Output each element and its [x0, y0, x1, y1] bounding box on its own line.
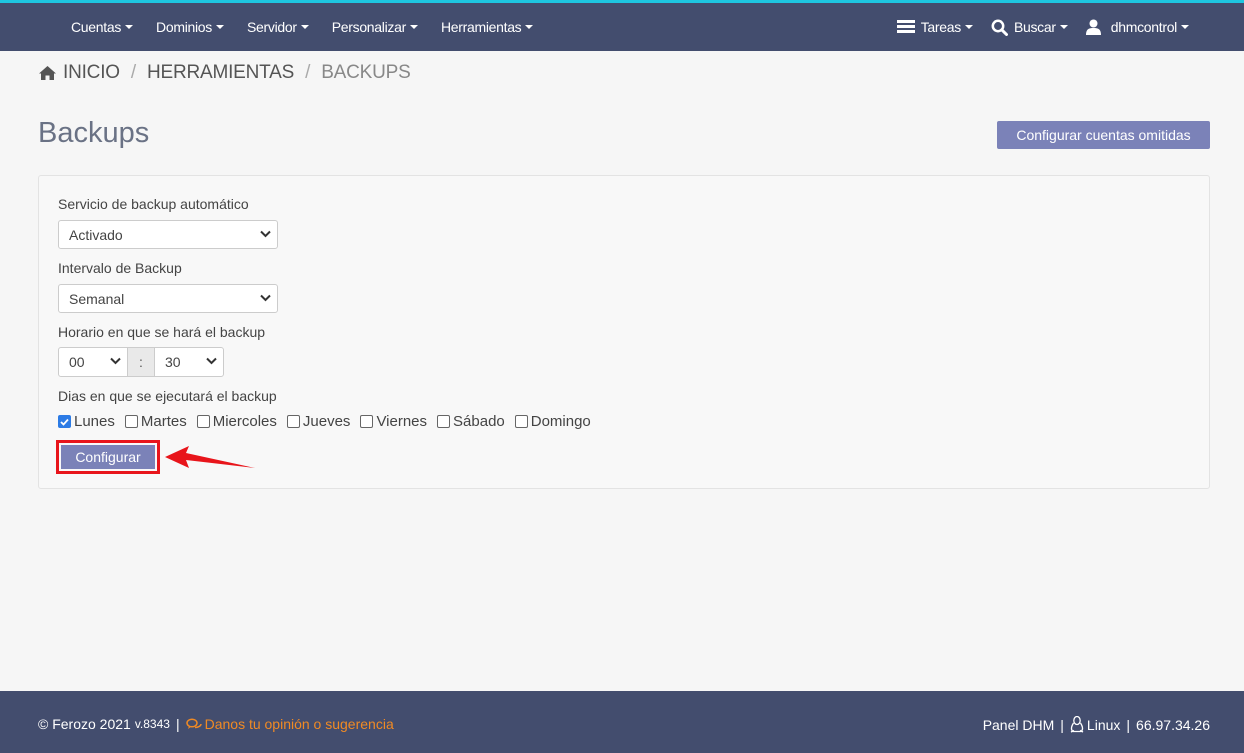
- minute-select[interactable]: 30: [154, 347, 224, 377]
- menu-label: Buscar: [1013, 19, 1056, 35]
- menu-cuentas[interactable]: Cuentas: [71, 19, 134, 35]
- copyright: © Ferozo 2021: [38, 716, 131, 732]
- menu-user[interactable]: dhmcontrol: [1085, 19, 1189, 35]
- day-label: Jueves: [302, 413, 351, 430]
- menu-servidor[interactable]: Servidor: [247, 19, 309, 35]
- search-icon: [991, 19, 1008, 36]
- breadcrumb-section[interactable]: HERRAMIENTAS: [147, 62, 294, 84]
- menu-dominios[interactable]: Dominios: [156, 19, 224, 35]
- caret-down-icon: [409, 25, 418, 29]
- day-label: Domingo: [530, 413, 591, 430]
- menu-buscar[interactable]: Buscar: [991, 19, 1068, 36]
- checkbox[interactable]: [196, 415, 210, 428]
- day-label: Miercoles: [212, 413, 277, 430]
- caret-down-icon: [300, 25, 309, 29]
- service-label: Servicio de backup automático: [58, 196, 249, 212]
- main-menu: Cuentas Dominios Servidor Personalizar H…: [71, 3, 556, 51]
- schedule-label: Horario en que se hará el backup: [58, 324, 266, 340]
- breadcrumb: INICIO / HERRAMIENTAS / BACKUPS: [38, 62, 411, 84]
- menu-herramientas[interactable]: Herramientas: [440, 19, 534, 35]
- hour-value: 00: [69, 354, 85, 370]
- interval-select-value: Semanal: [69, 290, 125, 307]
- footer-left: © Ferozo 2021 v.8343 | Danos tu opinión …: [38, 716, 394, 732]
- service-select[interactable]: Activado: [58, 220, 278, 249]
- user-icon: [1085, 19, 1101, 35]
- checkbox[interactable]: [514, 415, 528, 428]
- day-jueves[interactable]: Jueves: [286, 413, 351, 430]
- chevron-down-icon: [260, 230, 271, 238]
- interval-label: Intervalo de Backup: [58, 260, 182, 276]
- comments-icon: [185, 717, 202, 729]
- home-icon[interactable]: [38, 65, 57, 81]
- day-lunes[interactable]: Lunes: [58, 413, 115, 430]
- user-menu-area: Tareas Buscar dhmcontrol: [879, 3, 1189, 51]
- footer-separator: |: [1126, 716, 1131, 733]
- day-label: Sábado: [453, 413, 505, 430]
- caret-down-icon: [216, 25, 224, 29]
- menu-label: Personalizar: [331, 19, 407, 35]
- linux-icon: [1070, 716, 1084, 733]
- checkbox[interactable]: [124, 415, 138, 428]
- breadcrumb-separator: /: [305, 62, 311, 83]
- chevron-down-icon: [260, 294, 271, 302]
- checkbox[interactable]: [437, 415, 451, 428]
- feedback-label: Danos tu opinión o sugerencia: [204, 716, 394, 732]
- day-domingo[interactable]: Domingo: [514, 413, 591, 430]
- os-name: Linux: [1086, 716, 1121, 733]
- page-title: Backups: [38, 117, 150, 149]
- check-icon: [60, 418, 69, 426]
- menu-label: Cuentas: [71, 19, 122, 35]
- footer-separator: |: [175, 716, 180, 732]
- day-martes[interactable]: Martes: [124, 413, 187, 430]
- day-miercoles[interactable]: Miercoles: [196, 413, 277, 430]
- server-ip: 66.97.34.26: [1136, 716, 1210, 733]
- footer-right: Panel DHM | Linux | 66.97.34.26: [983, 716, 1210, 733]
- days-checkbox-group: Lunes Martes Miercoles Jueves Viernes Sá…: [58, 413, 601, 430]
- breadcrumb-home[interactable]: INICIO: [63, 62, 120, 84]
- highlight-box: Configurar: [56, 440, 160, 474]
- menu-label: Tareas: [920, 19, 962, 35]
- chevron-down-icon: [206, 357, 217, 365]
- day-label: Viernes: [376, 413, 428, 430]
- service-select-value: Activado: [69, 226, 123, 243]
- caret-down-icon: [1059, 25, 1068, 29]
- footer: © Ferozo 2021 v.8343 | Danos tu opinión …: [0, 691, 1244, 753]
- top-navbar: Cuentas Dominios Servidor Personalizar H…: [0, 0, 1244, 51]
- day-viernes[interactable]: Viernes: [360, 413, 427, 430]
- configure-button[interactable]: Configurar: [61, 445, 155, 469]
- caret-down-icon: [964, 25, 973, 29]
- minute-value: 30: [165, 354, 181, 370]
- menu-label: Herramientas: [440, 19, 522, 35]
- hour-select[interactable]: 00: [58, 347, 128, 377]
- day-sabado[interactable]: Sábado: [437, 413, 505, 430]
- time-separator: :: [128, 347, 154, 377]
- panel-name: Panel DHM: [982, 716, 1055, 733]
- menu-label: Servidor: [247, 19, 297, 35]
- caret-down-icon: [525, 25, 534, 29]
- annotation-arrow-icon: [165, 446, 255, 468]
- days-label: Dias en que se ejecutará el backup: [58, 388, 277, 404]
- footer-separator: |: [1060, 716, 1064, 733]
- day-label: Lunes: [74, 413, 115, 430]
- version: v.8343: [134, 717, 170, 731]
- caret-down-icon: [125, 25, 134, 29]
- menu-label: dhmcontrol: [1110, 19, 1178, 35]
- chevron-down-icon: [110, 357, 121, 365]
- day-label: Martes: [140, 413, 187, 430]
- menu-tareas[interactable]: Tareas: [896, 19, 973, 35]
- breadcrumb-current: BACKUPS: [321, 62, 411, 83]
- menu-label: Dominios: [156, 19, 212, 35]
- checkbox[interactable]: [360, 415, 374, 428]
- interval-select[interactable]: Semanal: [58, 284, 278, 313]
- menu-personalizar[interactable]: Personalizar: [332, 19, 418, 35]
- caret-down-icon: [1181, 25, 1189, 29]
- checkbox-checked[interactable]: [58, 415, 71, 428]
- backup-settings-panel: Servicio de backup automático Activado I…: [38, 175, 1210, 489]
- tasks-icon: [896, 20, 915, 34]
- checkbox[interactable]: [286, 415, 300, 428]
- schedule-time-group: 00 : 30: [58, 347, 224, 377]
- breadcrumb-separator: /: [130, 62, 136, 83]
- feedback-link[interactable]: Danos tu opinión o sugerencia: [185, 716, 394, 732]
- configure-omitted-accounts-button[interactable]: Configurar cuentas omitidas: [997, 121, 1210, 149]
